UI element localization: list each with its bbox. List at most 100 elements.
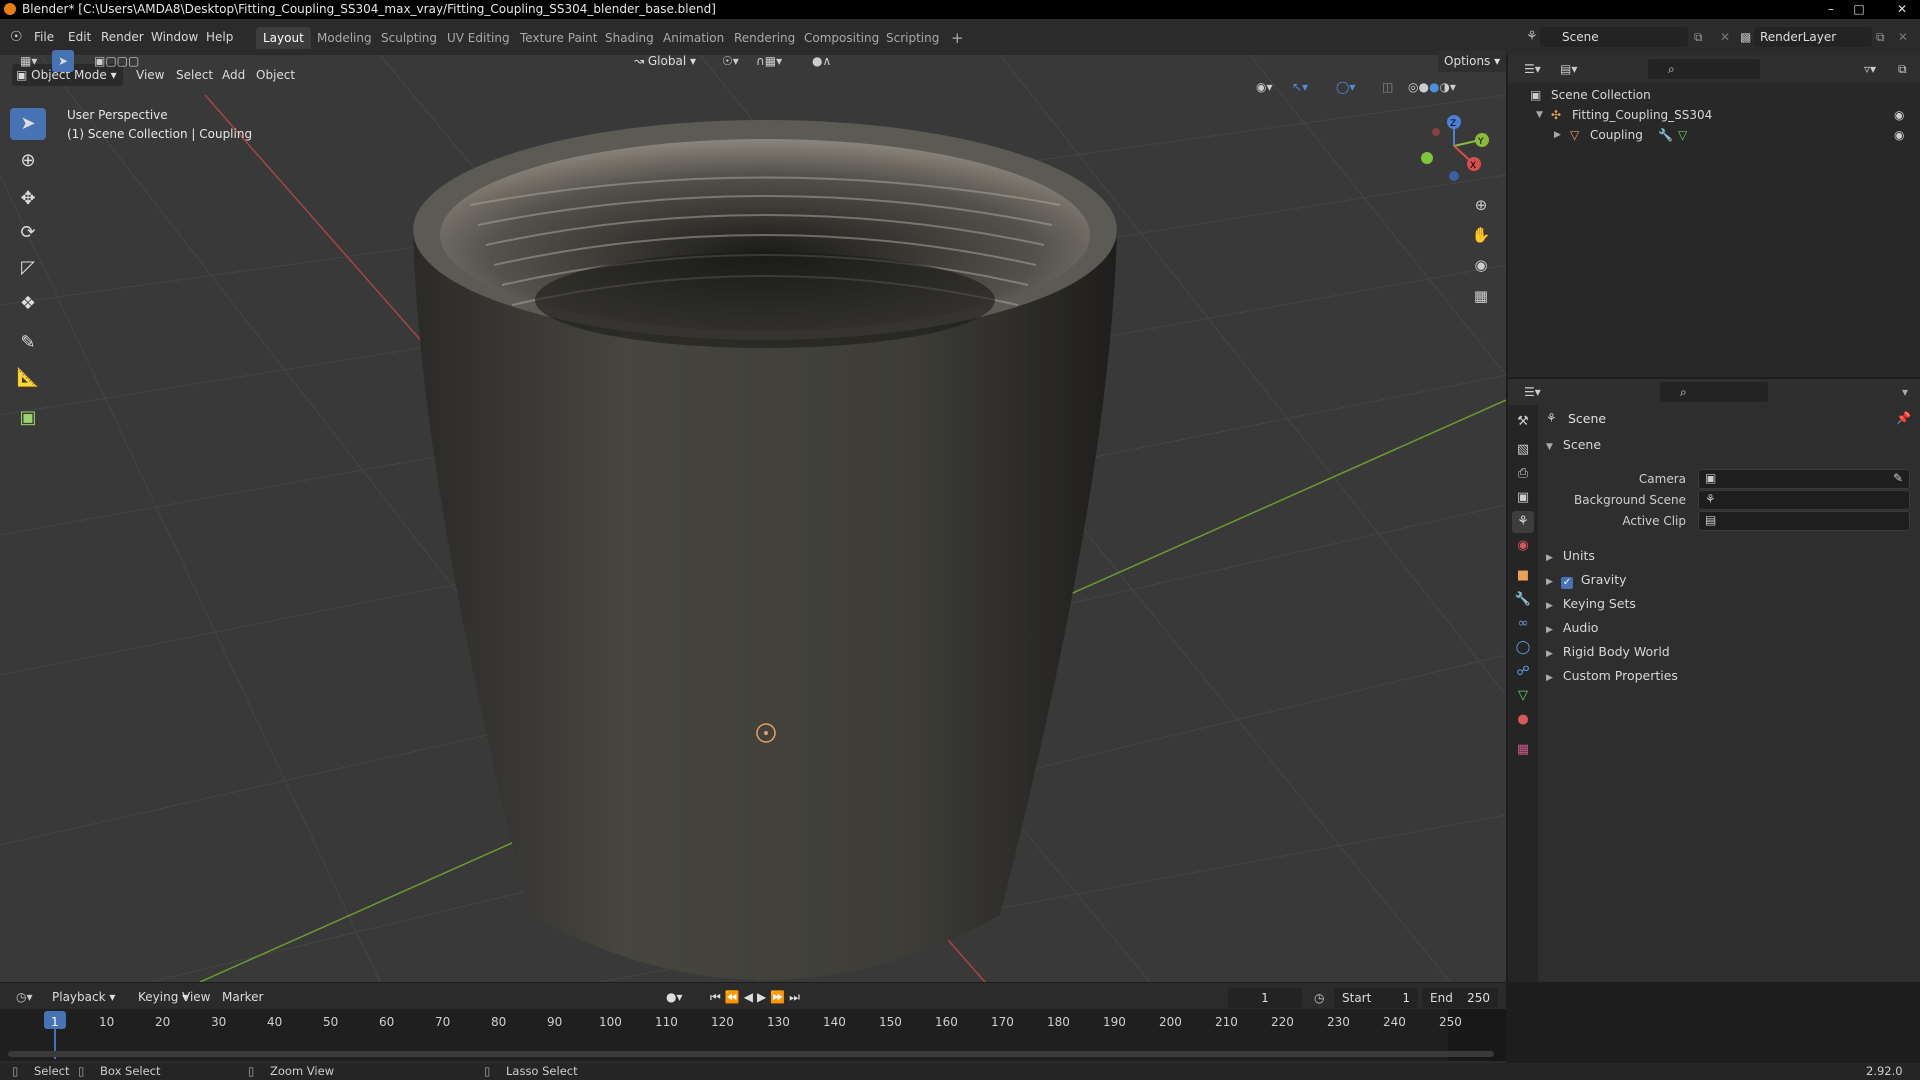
tab-shading[interactable]: Shading <box>598 27 661 49</box>
tool-select-box-icon[interactable]: ➤ <box>10 108 46 140</box>
background-scene-field[interactable]: ⚘ <box>1698 490 1910 510</box>
delete-render-layer-icon[interactable]: ✕ <box>1898 27 1908 47</box>
tab-render-icon[interactable]: ▧ <box>1512 439 1534 461</box>
tab-view-layer-icon[interactable]: ▣ <box>1512 487 1534 509</box>
minimize-button[interactable]: – <box>1820 0 1842 19</box>
options-dropdown[interactable]: Options ▾ <box>1438 50 1507 72</box>
viewport-menu-object[interactable]: Object <box>250 64 301 86</box>
proportional-edit-icon[interactable]: ●∧ <box>806 50 837 72</box>
render-layer-icon[interactable]: ▩ <box>1740 27 1751 47</box>
eyedropper-icon[interactable]: ✎ <box>1893 471 1903 485</box>
navigation-gizmo[interactable]: Z Y X <box>1410 108 1500 188</box>
editor-type-icon[interactable]: ▦▾ <box>14 50 43 72</box>
overlay-toggle-icon[interactable]: ◯▾ <box>1330 76 1361 98</box>
outliner-filter-icon[interactable]: ▿▾ <box>1858 58 1882 80</box>
new-render-layer-icon[interactable]: ⧉ <box>1876 27 1885 47</box>
panel-audio[interactable]: ▶ Audio <box>1546 617 1906 639</box>
blender-menu-icon[interactable]: ☉ <box>10 27 23 47</box>
panel-units[interactable]: ▶ Units <box>1546 545 1906 567</box>
properties-search-input[interactable]: ⌕ <box>1660 382 1768 402</box>
start-frame-field[interactable]: Start 1 <box>1334 988 1418 1008</box>
outliner-row-coupling[interactable]: ▶ ▽ Coupling 🔧 ▽ ◉ <box>1508 125 1920 145</box>
ortho-toggle-icon[interactable]: ▦ <box>1468 283 1494 309</box>
timeline-menu-marker[interactable]: Marker <box>216 986 269 1008</box>
playback-controls-icon[interactable]: ⏮⏪◀▶⏩⏭ <box>704 986 810 1008</box>
tab-constraints-icon[interactable]: ☍ <box>1512 661 1534 683</box>
selection-mode-icons[interactable]: ▣▢▢▢ <box>88 50 145 72</box>
visibility-icon[interactable]: ◉▾ <box>1250 76 1279 98</box>
expand-right-icon[interactable]: ▶ <box>1554 125 1561 145</box>
tab-texture-icon[interactable]: ▦ <box>1512 739 1534 761</box>
properties-options-icon[interactable]: ▾ <box>1896 381 1914 403</box>
tab-material-icon[interactable]: ● <box>1512 709 1534 731</box>
tool-transform-icon[interactable]: ❖ <box>10 288 46 320</box>
active-clip-field[interactable]: ▤ <box>1698 511 1910 531</box>
viewport-menu-select[interactable]: Select <box>170 64 219 86</box>
menu-help[interactable]: Help <box>206 27 233 47</box>
shading-modes-icon[interactable]: ◎●●◑▾ <box>1402 76 1462 98</box>
modifier-wrench-icon[interactable]: 🔧 <box>1658 125 1673 145</box>
tab-particles-icon[interactable]: ∞ <box>1512 613 1534 635</box>
tab-layout[interactable]: Layout <box>256 27 311 49</box>
tab-modifier-icon[interactable]: 🔧 <box>1512 589 1534 611</box>
scene-field[interactable]: Scene <box>1540 27 1688 47</box>
close-window-button[interactable]: ✕ <box>1884 0 1920 19</box>
timeline-menu-view[interactable]: View <box>176 986 216 1008</box>
add-workspace-icon[interactable]: + <box>944 27 971 49</box>
tool-measure-icon[interactable]: 📐 <box>10 362 46 394</box>
clock-icon[interactable]: ◷ <box>1308 987 1330 1009</box>
select-tool-icon[interactable]: ➤ <box>52 50 74 72</box>
outliner-search-input[interactable]: ⌕ <box>1648 59 1760 79</box>
outliner-display-mode-icon[interactable]: ▤▾ <box>1554 58 1583 80</box>
menu-window[interactable]: Window <box>151 27 198 47</box>
new-scene-icon[interactable]: ⧉ <box>1694 27 1703 47</box>
tool-scale-icon[interactable]: ◸ <box>10 252 46 284</box>
camera-view-icon[interactable]: ◉ <box>1468 252 1494 278</box>
tab-output-icon[interactable]: ⎙ <box>1512 463 1534 485</box>
zoom-icon[interactable]: ⊕ <box>1468 192 1494 218</box>
expand-down-icon[interactable]: ▼ <box>1536 105 1543 125</box>
panel-keying-sets[interactable]: ▶ Keying Sets <box>1546 593 1906 615</box>
outliner-row-collection[interactable]: ▼ ✣ Fitting_Coupling_SS304 ◉ <box>1508 105 1920 125</box>
panel-custom-properties[interactable]: ▶ Custom Properties <box>1546 665 1906 687</box>
tab-rendering[interactable]: Rendering <box>727 27 802 49</box>
panel-gravity[interactable]: ▶ ✓ Gravity <box>1546 569 1906 591</box>
tab-scripting[interactable]: Scripting <box>879 27 946 49</box>
maximize-button[interactable]: □ <box>1848 0 1870 19</box>
tab-modeling[interactable]: Modeling <box>310 27 379 49</box>
gizmo-toggle-icon[interactable]: ↖▾ <box>1286 76 1314 98</box>
camera-field[interactable]: ▣ ✎ <box>1698 469 1910 489</box>
outliner-row-scene-collection[interactable]: ▣ Scene Collection <box>1508 85 1920 105</box>
render-layer-field[interactable]: RenderLayer <box>1754 27 1872 47</box>
transform-orientation-dropdown[interactable]: ↝ Global ▾ <box>628 50 702 72</box>
menu-render[interactable]: Render <box>101 27 144 47</box>
tab-data-icon[interactable]: ▽ <box>1512 685 1534 707</box>
panel-rigid-body-world[interactable]: ▶ Rigid Body World <box>1546 641 1906 663</box>
end-frame-field[interactable]: End 250 <box>1422 988 1498 1008</box>
3d-viewport[interactable]: ▣ Object Mode ▾ View Select Add Object <box>0 55 1506 982</box>
tab-world-icon[interactable]: ◉ <box>1512 535 1534 557</box>
menu-file[interactable]: File <box>34 27 54 47</box>
timeline-menu-playback[interactable]: Playback ▾ <box>46 986 121 1008</box>
tab-sculpting[interactable]: Sculpting <box>374 27 444 49</box>
record-icon[interactable]: ●▾ <box>660 986 689 1008</box>
mesh-data-icon[interactable]: ▽ <box>1678 125 1687 145</box>
timeline-editor-type-icon[interactable]: ◷▾ <box>10 986 39 1008</box>
tab-animation[interactable]: Animation <box>656 27 731 49</box>
tab-uv-editing[interactable]: UV Editing <box>440 27 517 49</box>
new-collection-icon[interactable]: ⧉ <box>1892 58 1913 80</box>
outliner-editor-type-icon[interactable]: ☰▾ <box>1518 58 1547 80</box>
timeline-scrollbar[interactable] <box>8 1051 1494 1057</box>
tab-texture-paint[interactable]: Texture Paint <box>513 27 604 49</box>
pan-hand-icon[interactable]: ✋ <box>1468 222 1494 248</box>
scene-selector-icon[interactable]: ⚘ <box>1526 27 1538 47</box>
tab-compositing[interactable]: Compositing <box>797 27 886 49</box>
pin-icon[interactable]: 📌 <box>1896 411 1911 425</box>
panel-scene-header[interactable]: ▼ Scene <box>1546 434 1906 456</box>
tab-scene-icon[interactable]: ⚘ <box>1512 511 1534 533</box>
tool-add-cube-icon[interactable]: ▣ <box>10 402 46 434</box>
gravity-checkbox[interactable]: ✓ <box>1560 577 1573 589</box>
pivot-point-icon[interactable]: ☉▾ <box>716 50 745 72</box>
current-frame-field[interactable]: 1 <box>1228 988 1302 1008</box>
tool-cursor-icon[interactable]: ⊕ <box>10 145 46 177</box>
